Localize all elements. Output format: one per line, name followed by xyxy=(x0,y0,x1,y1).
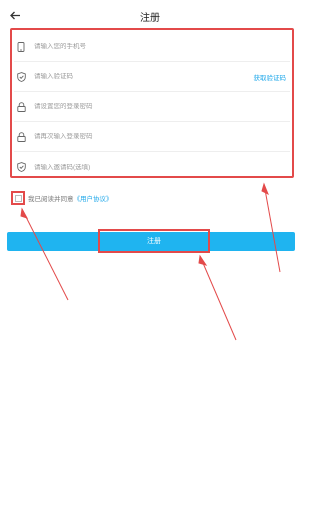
register-button[interactable]: 注册 xyxy=(98,229,210,253)
phone-icon xyxy=(16,41,26,52)
annotation-arrowhead-checkbox xyxy=(20,207,29,219)
password-row xyxy=(14,92,290,122)
annotation-arrowhead-button xyxy=(198,254,208,266)
annotation-arrow-button xyxy=(199,255,237,341)
agreement: 我已阅读并同意 《用户协议》 xyxy=(11,191,113,205)
password-confirm-row xyxy=(14,122,290,152)
back-button[interactable] xyxy=(6,6,24,24)
password-input[interactable] xyxy=(34,103,290,110)
agreement-text: 我已阅读并同意 xyxy=(28,196,74,203)
shield-icon xyxy=(16,71,26,82)
phone-input[interactable] xyxy=(34,43,290,50)
lock-icon xyxy=(16,101,26,112)
agree-checkbox[interactable] xyxy=(14,194,22,202)
annotation-arrowhead-form xyxy=(261,182,269,196)
arrow-left-icon xyxy=(9,11,20,19)
invite-row xyxy=(14,152,290,182)
password-confirm-input[interactable] xyxy=(34,133,290,140)
user-agreement-link[interactable]: 《用户协议》 xyxy=(74,193,113,203)
registration-form: 获取验证码 xyxy=(10,28,294,178)
checkbox-highlight xyxy=(11,191,25,205)
get-code-button[interactable]: 获取验证码 xyxy=(254,72,287,82)
invite-input[interactable] xyxy=(34,163,290,171)
shield-icon xyxy=(16,162,26,172)
lock-icon xyxy=(16,131,26,142)
code-input[interactable] xyxy=(34,73,254,80)
phone-row xyxy=(14,32,290,62)
register-button-label: 注册 xyxy=(147,238,161,245)
code-row: 获取验证码 xyxy=(14,62,290,92)
annotation-arrow-checkbox xyxy=(21,208,69,301)
annotation-arrow-form xyxy=(263,183,281,273)
page-title: 注册 xyxy=(140,12,160,24)
